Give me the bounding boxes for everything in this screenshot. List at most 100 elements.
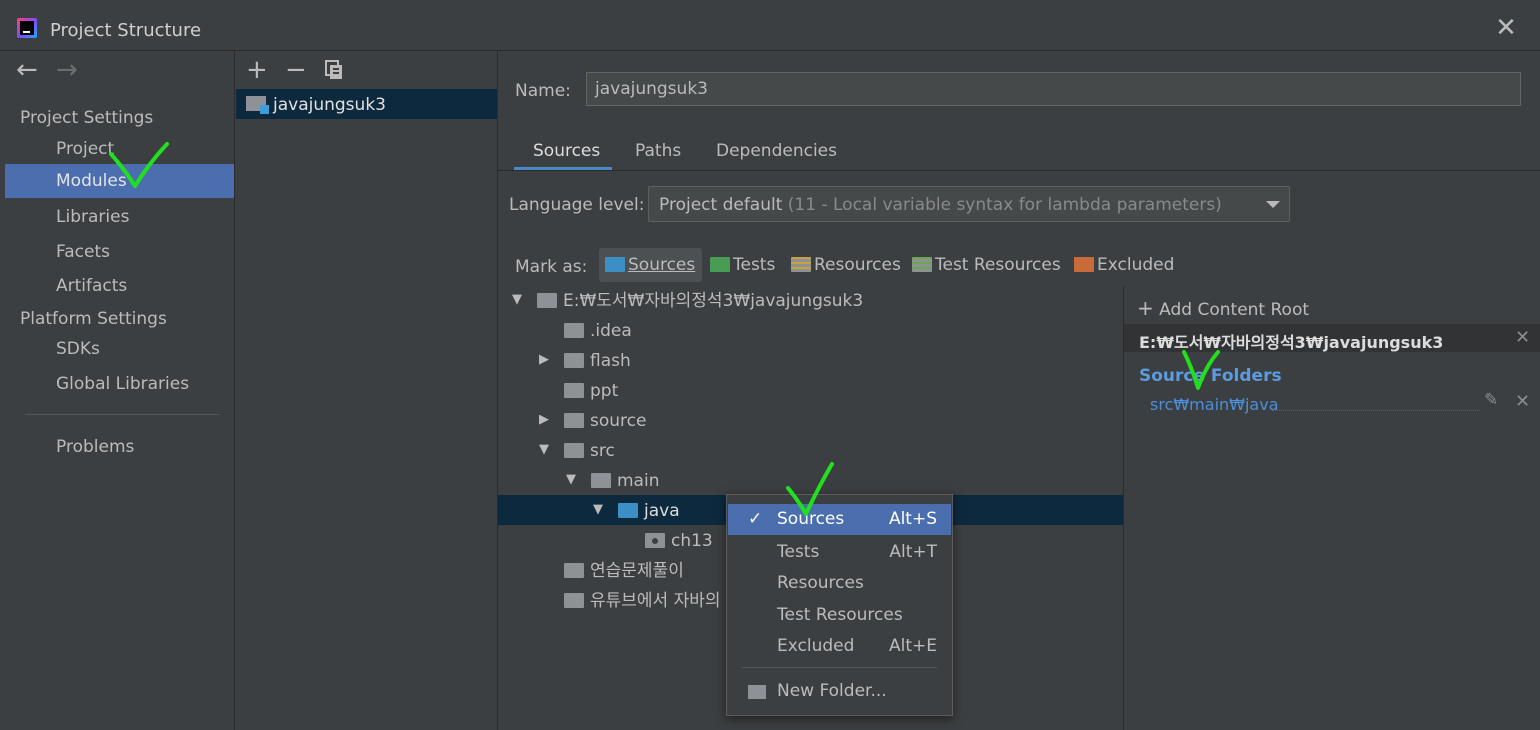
menu-item-excluded[interactable]: Excluded Alt+E [728, 631, 951, 662]
annotation-check-icon [786, 462, 834, 516]
sources-folder-icon [605, 257, 625, 272]
mark-sources-button[interactable]: Sources [599, 248, 702, 282]
mark-test-resources-button[interactable]: Test Resources [912, 248, 1061, 282]
tree-item-ppt[interactable]: ppt [590, 376, 618, 406]
menu-item-test-resources[interactable]: Test Resources [728, 600, 951, 631]
sources-folder-icon [618, 503, 638, 518]
sidebar-item-facets[interactable]: Facets [5, 235, 234, 269]
window-title: Project Structure [50, 20, 202, 41]
language-level-hint: (11 - Local variable syntax for lambda p… [787, 195, 1222, 215]
folder-icon [591, 473, 611, 488]
title-bar [0, 0, 1540, 51]
tree-item-main[interactable]: main [617, 466, 659, 496]
platform-settings-heading: Platform Settings [20, 309, 167, 329]
mark-test-resources-label: Test Resources [935, 255, 1061, 275]
menu-item-tests-label: Tests [777, 542, 820, 562]
language-level-value: Project default [659, 195, 783, 215]
project-settings-heading: Project Settings [20, 108, 154, 128]
menu-item-excluded-label: Excluded [777, 636, 855, 656]
dropdown-arrow-icon[interactable] [1266, 201, 1280, 208]
source-folder-path[interactable]: src₩main₩java [1150, 395, 1279, 414]
module-folder-icon [246, 96, 269, 114]
tab-paths[interactable]: Paths [635, 141, 681, 161]
source-folder-dotted-line [1272, 410, 1480, 411]
folder-icon [564, 563, 584, 578]
remove-icon[interactable]: − [285, 55, 307, 85]
menu-item-new-folder[interactable]: New Folder... [728, 676, 951, 707]
sidebar-item-libraries[interactable]: Libraries [5, 200, 234, 234]
name-label: Name: [515, 81, 571, 101]
resources-folder-icon [791, 257, 811, 272]
menu-item-resources-label: Resources [777, 573, 864, 593]
check-icon: ✓ [748, 509, 763, 529]
tree-item-src[interactable]: src [590, 436, 615, 466]
remove-root-icon[interactable]: ✕ [1515, 327, 1530, 348]
sidebar-item-problems[interactable]: Problems [5, 430, 234, 464]
module-name-input[interactable]: javajungsuk3 [586, 72, 1521, 106]
sidebar-item-sdks[interactable]: SDKs [5, 332, 234, 366]
module-name[interactable]: javajungsuk3 [273, 95, 386, 115]
tree-item-root[interactable]: E:₩도서₩자바의정석3₩javajungsuk3 [563, 286, 863, 316]
tab-dependencies[interactable]: Dependencies [716, 141, 837, 161]
folder-icon [564, 383, 584, 398]
chevron-down-icon[interactable]: ▼ [537, 443, 551, 457]
intellij-app-icon [17, 18, 37, 38]
tree-item-source[interactable]: source [590, 406, 646, 436]
language-level-label: Language level: [509, 195, 645, 215]
menu-item-tests-shortcut: Alt+T [889, 542, 937, 562]
mark-excluded-label: Excluded [1097, 255, 1175, 275]
folder-icon [564, 323, 584, 338]
mark-excluded-button[interactable]: Excluded [1074, 248, 1174, 282]
package-dot [652, 538, 658, 544]
chevron-down-icon[interactable]: ▼ [564, 473, 578, 487]
modules-list-panel [235, 51, 498, 730]
tree-item-flash[interactable]: flash [590, 346, 631, 376]
add-content-root-button[interactable]: + Add Content Root [1137, 296, 1309, 320]
mark-tests-button[interactable]: Tests [710, 248, 775, 282]
chevron-right-icon[interactable]: ▶ [537, 353, 551, 367]
new-folder-icon [748, 685, 766, 699]
copy-icon[interactable] [325, 60, 343, 80]
folder-icon [537, 293, 557, 308]
remove-source-folder-icon[interactable]: ✕ [1515, 391, 1530, 412]
plus-icon: + [1137, 296, 1154, 320]
mark-sources-label: Sources [628, 255, 696, 275]
mark-as-label: Mark as: [515, 257, 588, 277]
menu-item-resources[interactable]: Resources [728, 568, 951, 599]
add-icon[interactable]: + [246, 55, 268, 85]
back-arrow-icon[interactable]: ← [16, 55, 38, 85]
close-icon[interactable]: ✕ [1494, 15, 1518, 41]
annotation-check-icon [1182, 350, 1220, 390]
menu-item-test-resources-label: Test Resources [777, 605, 903, 625]
menu-item-sources-shortcut: Alt+S [888, 509, 937, 529]
tab-sources[interactable]: Sources [533, 141, 600, 161]
menu-item-excluded-shortcut: Alt+E [888, 636, 937, 656]
tree-item-idea[interactable]: .idea [590, 316, 632, 346]
tree-item-java[interactable]: java [644, 496, 680, 526]
sidebar-item-artifacts[interactable]: Artifacts [5, 269, 234, 303]
excluded-folder-icon [1074, 257, 1094, 272]
tree-item-exercises[interactable]: 연습문제풀이 [590, 556, 684, 586]
context-menu: ✓ Sources Alt+S Tests Alt+T Resources Te… [726, 494, 953, 716]
tree-item-ch13[interactable]: ch13 [671, 526, 713, 556]
forward-arrow-icon[interactable]: → [56, 55, 78, 85]
language-level-select[interactable]: Project default (11 - Local variable syn… [648, 186, 1290, 222]
annotation-check-icon [109, 142, 169, 188]
tests-folder-icon [710, 257, 730, 272]
menu-item-new-folder-label: New Folder... [777, 681, 887, 701]
mark-resources-button[interactable]: Resources [791, 248, 901, 282]
folder-icon [564, 593, 584, 608]
folder-icon [564, 443, 584, 458]
mark-tests-label: Tests [733, 255, 776, 275]
chevron-down-icon[interactable]: ▼ [510, 293, 524, 307]
chevron-down-icon[interactable]: ▼ [591, 503, 605, 517]
chevron-right-icon[interactable]: ▶ [537, 413, 551, 427]
test-resources-folder-icon [912, 257, 932, 272]
mark-resources-label: Resources [814, 255, 901, 275]
folder-icon [564, 413, 584, 428]
pencil-icon[interactable]: ✎ [1484, 390, 1498, 410]
menu-item-tests[interactable]: Tests Alt+T [728, 537, 951, 568]
sidebar-divider [25, 414, 220, 415]
tree-item-youtube[interactable]: 유튜브에서 자바의 [590, 586, 721, 616]
sidebar-item-global-libraries[interactable]: Global Libraries [5, 367, 234, 401]
